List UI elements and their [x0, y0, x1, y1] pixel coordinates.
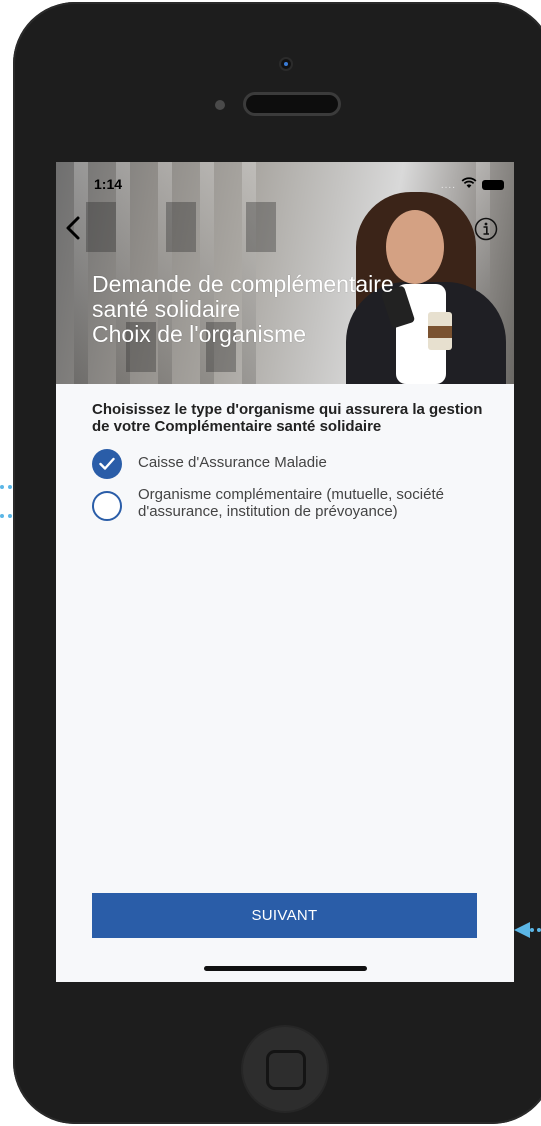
annotation-arrowhead-next-button	[514, 922, 530, 938]
proximity-sensor	[215, 100, 225, 110]
page-title: Demande de complémentaire santé solidair…	[92, 272, 492, 347]
info-button[interactable]	[474, 217, 498, 241]
radio-option-organisme[interactable]: Organisme complémentaire (mutuelle, soci…	[92, 486, 492, 521]
back-button[interactable]	[62, 214, 84, 242]
info-circle-icon	[474, 217, 498, 241]
wifi-icon	[461, 176, 477, 194]
radio-button-unchecked[interactable]	[92, 491, 122, 521]
status-time: 1:14	[94, 176, 123, 192]
radio-option-label: Caisse d'Assurance Maladie	[138, 454, 327, 471]
hero-photo-window	[246, 202, 276, 252]
chevron-left-icon	[66, 216, 80, 240]
page-title-line: Demande de complémentaire	[92, 271, 394, 297]
radio-option-label: Organisme complémentaire (mutuelle, soci…	[138, 486, 444, 520]
status-icons: ....	[441, 176, 504, 194]
hero-photo-window	[86, 202, 116, 252]
form-question: Choisissez le type d'organisme qui assur…	[92, 401, 483, 435]
home-indicator	[204, 966, 367, 971]
signal-icon: ....	[440, 179, 456, 191]
annotation-arrow-next-button	[530, 928, 541, 932]
radio-button-checked[interactable]	[92, 449, 122, 479]
hero-photo-window	[166, 202, 196, 252]
page-title-line: Choix de l'organisme	[92, 321, 307, 347]
next-button[interactable]: SUIVANT	[92, 893, 477, 938]
front-camera	[281, 59, 291, 69]
app-screen: 1:14 .... Demande de complémentaire sant…	[56, 162, 514, 982]
page-title-line: santé solidaire	[92, 296, 241, 322]
form-content: Choisissez le type d'organisme qui assur…	[92, 401, 492, 528]
battery-icon	[482, 180, 504, 190]
home-button[interactable]	[243, 1027, 327, 1111]
stage: 1:14 .... Demande de complémentaire sant…	[0, 0, 541, 1126]
earpiece-speaker	[246, 95, 338, 113]
hero-banner: 1:14 .... Demande de complémentaire sant…	[56, 162, 514, 384]
hero-photo-building	[74, 162, 88, 384]
checkmark-icon	[99, 457, 115, 470]
radio-option-caisse[interactable]: Caisse d'Assurance Maladie	[92, 449, 492, 479]
